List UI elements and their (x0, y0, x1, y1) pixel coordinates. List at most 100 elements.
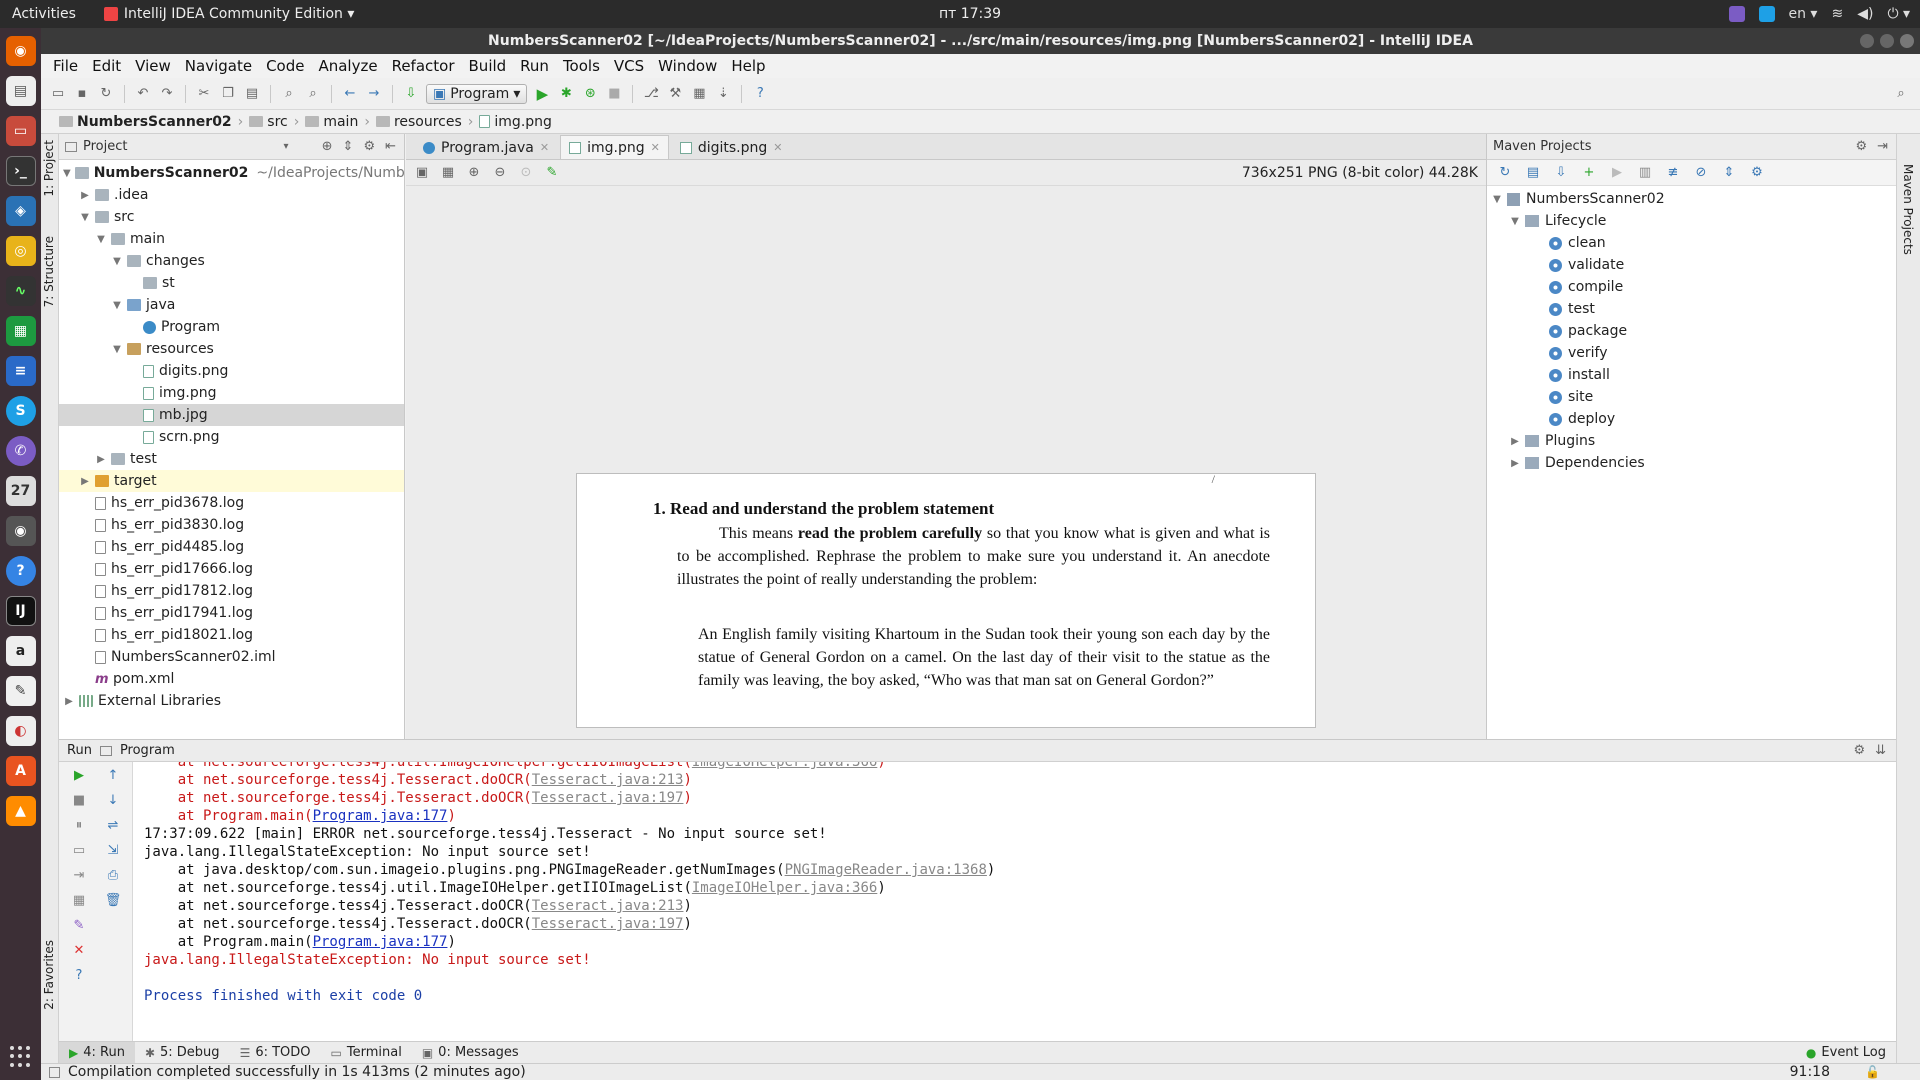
scroll-up-icon[interactable]: ↑ (97, 768, 129, 793)
close-icon[interactable]: ✕ (773, 141, 782, 154)
tab-project[interactable]: 1: Project (42, 140, 56, 197)
maven-goal[interactable]: package (1487, 320, 1896, 342)
print-icon[interactable]: ⎙ (97, 868, 129, 893)
tree-item[interactable]: scrn.png (59, 426, 404, 448)
forward-icon[interactable]: → (365, 85, 383, 103)
expand-arrow-icon[interactable]: ▼ (111, 300, 123, 311)
status-message[interactable]: Compilation completed successfully in 1s… (68, 1064, 526, 1080)
dump-threads-icon[interactable]: ▭ (63, 843, 95, 868)
undo-icon[interactable]: ↶ (134, 85, 152, 103)
console-output[interactable]: at net.sourceforge.tess4j.util.ImageIOHe… (134, 762, 1896, 1042)
soft-wrap-icon[interactable]: ⇌ (97, 818, 129, 843)
maven-goal[interactable]: clean (1487, 232, 1896, 254)
skip-tests-icon[interactable]: ⊘ (1693, 165, 1709, 180)
find-icon[interactable]: ⌕ (280, 85, 298, 103)
viber-tray-icon[interactable] (1728, 6, 1745, 22)
menu-build[interactable]: Build (469, 57, 507, 75)
clock[interactable]: пт 17:39 (930, 6, 1010, 22)
expand-arrow-icon[interactable]: ▼ (1509, 216, 1521, 227)
maven-goal[interactable]: compile (1487, 276, 1896, 298)
tree-item[interactable]: hs_err_pid4485.log (59, 536, 404, 558)
breadcrumb-file[interactable]: img.png (479, 114, 552, 130)
tab-favorites[interactable]: 2: Favorites (42, 940, 56, 1010)
bottom-tab[interactable]: ▶ 4: Run (59, 1041, 135, 1064)
tree-item[interactable]: mb.jpg (59, 404, 404, 426)
maven-lifecycle-node[interactable]: ▼ Lifecycle (1487, 210, 1896, 232)
calendar-icon[interactable]: 27 (5, 476, 36, 506)
tree-item[interactable]: m pom.xml (59, 668, 404, 690)
tree-item[interactable]: hs_err_pid17812.log (59, 580, 404, 602)
breadcrumb-src[interactable]: src (249, 114, 288, 130)
bottom-tab[interactable]: ▣ 0: Messages (412, 1042, 529, 1064)
scroll-to-end-icon[interactable]: ⇲ (97, 843, 129, 868)
software-center-icon[interactable]: A (5, 756, 36, 786)
tree-item[interactable]: hs_err_pid17666.log (59, 558, 404, 580)
gear-icon[interactable]: ⚙ (1853, 743, 1865, 758)
run-with-coverage-icon[interactable]: ⊛ (581, 85, 599, 103)
camera-icon[interactable]: ◉ (5, 516, 36, 546)
tree-item[interactable]: ▼ main (59, 228, 404, 250)
expand-arrow-icon[interactable]: ▶ (1509, 458, 1521, 469)
pin-icon[interactable]: ✎ (63, 918, 95, 943)
tree-item[interactable]: hs_err_pid3678.log (59, 492, 404, 514)
zoom-in-icon[interactable]: ⊕ (466, 165, 482, 180)
terminal-icon[interactable]: ›_ (5, 156, 36, 186)
expand-arrow-icon[interactable]: ▼ (111, 344, 123, 355)
tree-item[interactable]: hs_err_pid18021.log (59, 624, 404, 646)
close-icon[interactable]: ✕ (63, 943, 95, 968)
project-view-select[interactable]: Project (83, 139, 127, 154)
hide-icon[interactable]: ⇤ (385, 139, 396, 154)
settings-icon[interactable]: ⚒ (666, 85, 684, 103)
intellij-dock-icon[interactable]: IJ (5, 596, 36, 626)
generate-sources-icon[interactable]: ▤ (1525, 165, 1541, 180)
stop-icon[interactable]: ■ (63, 793, 95, 818)
pause-icon[interactable]: ⏸ (63, 818, 95, 843)
power-icon[interactable]: ⏻ ▾ (1887, 6, 1910, 22)
event-log-tab[interactable]: ● Event Log (1796, 1042, 1896, 1064)
virtualbox-icon[interactable]: ◈ (5, 196, 36, 226)
tree-item[interactable]: ▶ External Libraries (59, 690, 404, 712)
wifi-icon[interactable]: ≋ (1831, 6, 1843, 22)
tree-item[interactable]: ▶ target (59, 470, 404, 492)
breadcrumb-project[interactable]: NumbersScanner02 (59, 114, 232, 130)
locate-icon[interactable]: ⊕ (322, 139, 333, 154)
open-icon[interactable]: ▭ (49, 85, 67, 103)
menu-view[interactable]: View (135, 57, 171, 75)
stack-trace-link[interactable]: Program.java:177 (313, 934, 448, 950)
stack-trace-link[interactable]: ImageIOHelper.java:366 (692, 880, 877, 896)
editor-tab[interactable]: Program.java ✕ (414, 135, 558, 159)
help-icon[interactable]: ? (751, 85, 769, 103)
maven-settings-icon[interactable]: ⚙ (1749, 165, 1765, 180)
language-indicator[interactable]: en ▾ (1789, 6, 1818, 22)
expand-arrow-icon[interactable]: ▶ (95, 454, 107, 465)
run-goal-icon[interactable]: ▶ (1609, 165, 1625, 180)
hide-icon[interactable]: ⇥ (1877, 139, 1888, 154)
maven-goal[interactable]: site (1487, 386, 1896, 408)
close-icon[interactable]: ✕ (651, 141, 660, 154)
menu-file[interactable]: File (53, 57, 78, 75)
gear-icon[interactable]: ⚙ (363, 139, 375, 154)
menu-edit[interactable]: Edit (92, 57, 121, 75)
expand-arrow-icon[interactable]: ▼ (63, 168, 71, 179)
tree-item[interactable]: hs_err_pid17941.log (59, 602, 404, 624)
sdk-icon[interactable]: ⇣ (714, 85, 732, 103)
menu-analyze[interactable]: Analyze (318, 57, 377, 75)
tree-item[interactable]: ▼ src (59, 206, 404, 228)
menu-code[interactable]: Code (266, 57, 304, 75)
tree-item[interactable]: ▶ test (59, 448, 404, 470)
menu-refactor[interactable]: Refactor (392, 57, 455, 75)
toggle-offline-icon[interactable]: ≢ (1665, 165, 1681, 180)
expand-arrow-icon[interactable]: ▼ (95, 234, 107, 245)
menu-window[interactable]: Window (658, 57, 717, 75)
stack-trace-link[interactable]: Tesseract.java:213 (532, 898, 684, 914)
synchronize-icon[interactable]: ↻ (97, 85, 115, 103)
redo-icon[interactable]: ↷ (158, 85, 176, 103)
help-icon[interactable]: ? (5, 556, 36, 586)
editor-tab[interactable]: img.png ✕ (560, 135, 669, 159)
minimize-icon[interactable] (1860, 34, 1874, 48)
paste-icon[interactable]: ▤ (243, 85, 261, 103)
bottom-tab[interactable]: ▭ Terminal (321, 1042, 412, 1064)
tree-item[interactable]: ▶ .idea (59, 184, 404, 206)
files-icon[interactable]: ▤ (5, 76, 36, 106)
vcs-icon[interactable]: ⎇ (642, 85, 660, 103)
